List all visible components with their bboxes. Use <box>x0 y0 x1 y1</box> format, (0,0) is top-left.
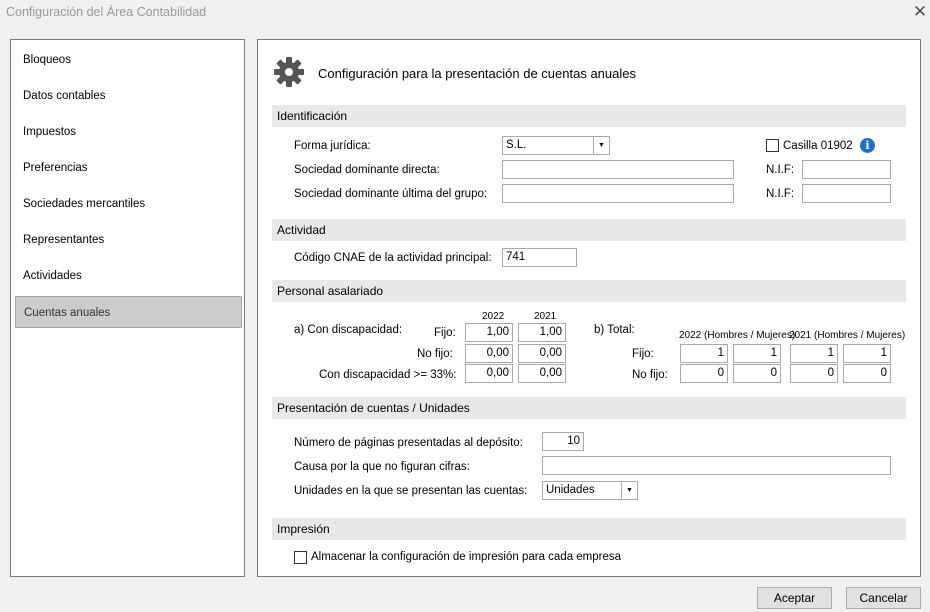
b-fijo-2022-hombres-input[interactable]: 1 <box>680 344 728 363</box>
con-discapacidad-label: a) Con discapacidad: <box>294 324 403 336</box>
year-2021-header: 2021 <box>534 311 557 322</box>
unidades-label: Unidades en la que se presentan las cuen… <box>294 485 528 497</box>
almacenar-label: Almacenar la configuración de impresión … <box>311 551 622 563</box>
dominante-ultima-input[interactable] <box>502 184 734 203</box>
section-actividad: Actividad <box>272 219 906 241</box>
total-label: b) Total: <box>594 324 635 336</box>
paginas-input[interactable]: 10 <box>542 432 584 451</box>
sidebar: Bloqueos Datos contables Impuestos Prefe… <box>10 39 245 577</box>
almacenar-checkbox[interactable] <box>294 551 307 564</box>
sidebar-item-representantes[interactable]: Representantes <box>15 224 242 256</box>
sidebar-item-actividades[interactable]: Actividades <box>15 260 242 292</box>
info-icon[interactable]: i <box>860 138 875 153</box>
section-identificacion: Identificación <box>272 105 906 127</box>
casilla-checkbox[interactable] <box>766 139 779 152</box>
paginas-label: Número de páginas presentadas al depósit… <box>294 437 523 449</box>
section-impresion: Impresión <box>272 518 906 540</box>
chevron-down-icon[interactable]: ▼ <box>593 137 609 154</box>
dominante-ultima-label: Sociedad dominante última del grupo: <box>294 188 488 200</box>
a-nofijo-2022-input[interactable]: 0,00 <box>465 344 513 363</box>
fijo-label: Fijo: <box>434 327 456 339</box>
unidades-select[interactable]: Unidades ▼ <box>542 481 638 500</box>
b-fijo-2022-mujeres-input[interactable]: 1 <box>733 344 781 363</box>
nif-ultima-input[interactable] <box>802 184 891 203</box>
sidebar-item-datos-contables[interactable]: Datos contables <box>15 80 242 112</box>
b-2021-header: 2021 (Hombres / Mujeres) <box>789 330 906 341</box>
a-discap-2022-input[interactable]: 0,00 <box>465 364 513 383</box>
forma-juridica-select[interactable]: S.L. ▼ <box>502 136 610 155</box>
window-title: Configuración del Área Contabilidad <box>6 5 207 19</box>
forma-juridica-label: Forma jurídica: <box>294 140 371 152</box>
b-nofijo-label: No fijo: <box>632 369 668 381</box>
b-nofijo-2021-mujeres-input[interactable]: 0 <box>843 364 891 383</box>
title-bar: Configuración del Área Contabilidad ✕ <box>0 0 930 26</box>
sidebar-item-bloqueos[interactable]: Bloqueos <box>15 44 242 76</box>
b-nofijo-2022-hombres-input[interactable]: 0 <box>680 364 728 383</box>
a-nofijo-2021-input[interactable]: 0,00 <box>518 344 566 363</box>
section-personal: Personal asalariado <box>272 280 906 302</box>
causa-label: Causa por la que no figuran cifras: <box>294 461 470 473</box>
a-discap-2021-input[interactable]: 0,00 <box>518 364 566 383</box>
a-fijo-2021-input[interactable]: 1,00 <box>518 323 566 342</box>
cnae-label: Código CNAE de la actividad principal: <box>294 252 492 264</box>
b-fijo-2021-mujeres-input[interactable]: 1 <box>843 344 891 363</box>
gear-icon <box>274 57 304 87</box>
sidebar-item-impuestos[interactable]: Impuestos <box>15 116 242 148</box>
b-fijo-label: Fijo: <box>632 348 654 360</box>
nif-directa-input[interactable] <box>802 160 891 179</box>
b-nofijo-2022-mujeres-input[interactable]: 0 <box>733 364 781 383</box>
b-nofijo-2021-hombres-input[interactable]: 0 <box>790 364 838 383</box>
b-2022-header: 2022 (Hombres / Mujeres) <box>679 330 796 341</box>
sidebar-item-preferencias[interactable]: Preferencias <box>15 152 242 184</box>
nif-label: N.I.F: <box>766 188 795 200</box>
cnae-input[interactable]: 741 <box>502 248 577 267</box>
chevron-down-icon[interactable]: ▼ <box>621 482 637 499</box>
close-icon[interactable]: ✕ <box>910 1 930 23</box>
dominante-directa-input[interactable] <box>502 160 734 179</box>
unidades-value: Unidades <box>546 484 595 496</box>
forma-juridica-value: S.L. <box>506 139 527 151</box>
dominante-directa-label: Sociedad dominante directa: <box>294 164 440 176</box>
cancel-button[interactable]: Cancelar <box>846 587 921 609</box>
nif-label: N.I.F: <box>766 164 795 176</box>
causa-input[interactable] <box>542 456 891 475</box>
page-title: Configuración para la presentación de cu… <box>318 66 636 81</box>
year-2022-header: 2022 <box>482 311 505 322</box>
discap-33-label: Con discapacidad >= 33%: <box>319 369 457 381</box>
sidebar-item-cuentas-anuales[interactable]: Cuentas anuales <box>15 296 242 328</box>
accept-button[interactable]: Aceptar <box>757 587 832 609</box>
section-presentacion: Presentación de cuentas / Unidades <box>272 397 906 419</box>
a-fijo-2022-input[interactable]: 1,00 <box>465 323 513 342</box>
no-fijo-label: No fijo: <box>417 348 453 360</box>
b-fijo-2021-hombres-input[interactable]: 1 <box>790 344 838 363</box>
casilla-label: Casilla 01902 <box>783 140 853 152</box>
sidebar-item-sociedades-mercantiles[interactable]: Sociedades mercantiles <box>15 188 242 220</box>
